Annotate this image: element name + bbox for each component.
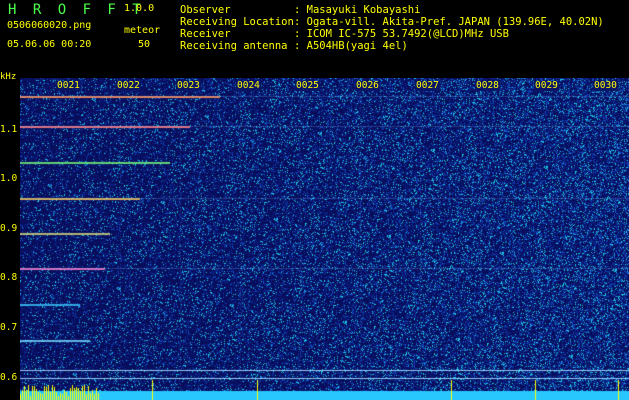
x-tick-label: 0024: [236, 80, 261, 91]
y-tick-label: 0.8: [0, 272, 18, 283]
meteor-count: 50: [138, 39, 151, 50]
y-axis-unit: kHz: [0, 72, 17, 82]
y-tick-label: 1.0: [0, 173, 18, 184]
x-tick-label: 0029: [534, 80, 559, 91]
x-tick-label: 0026: [355, 80, 380, 91]
date-time: 05.06.06 00:20: [7, 39, 92, 50]
location-label: Receiving Location: [180, 16, 294, 28]
x-tick-label: 0022: [116, 80, 141, 91]
hrofft-window: H R O F F T 1.0.0 0506060020.png meteor …: [0, 0, 629, 400]
y-tick-label: 1.1: [0, 124, 18, 135]
x-tick-label: 0028: [475, 80, 500, 91]
x-tick-label: 0027: [415, 80, 440, 91]
x-tick-label: 0030: [593, 80, 618, 91]
x-tick-label: 0021: [56, 80, 81, 91]
spectrogram: [20, 78, 629, 400]
location-value: : Ogata-vill. Akita-Pref. JAPAN (139.96E…: [294, 16, 604, 28]
meteor-label: meteor: [124, 25, 161, 36]
observer-label: Observer: [180, 4, 231, 16]
receiver-value: : ICOM IC-575 53.7492(@LCD)MHz USB: [294, 28, 509, 40]
y-tick-label: 0.6: [0, 372, 18, 383]
x-tick-label: 0023: [176, 80, 201, 91]
x-tick-label: 0025: [295, 80, 320, 91]
app-version: 1.0.0: [124, 3, 155, 14]
y-tick-label: 0.9: [0, 223, 18, 234]
y-tick-label: 0.7: [0, 322, 18, 333]
observer-value: : Masayuki Kobayashi: [294, 4, 421, 16]
file-name: 0506060020.png: [7, 20, 92, 31]
antenna-value: : A504HB(yagi 4el): [294, 40, 408, 52]
receiver-label: Receiver: [180, 28, 231, 40]
antenna-label: Receiving antenna: [180, 40, 288, 52]
